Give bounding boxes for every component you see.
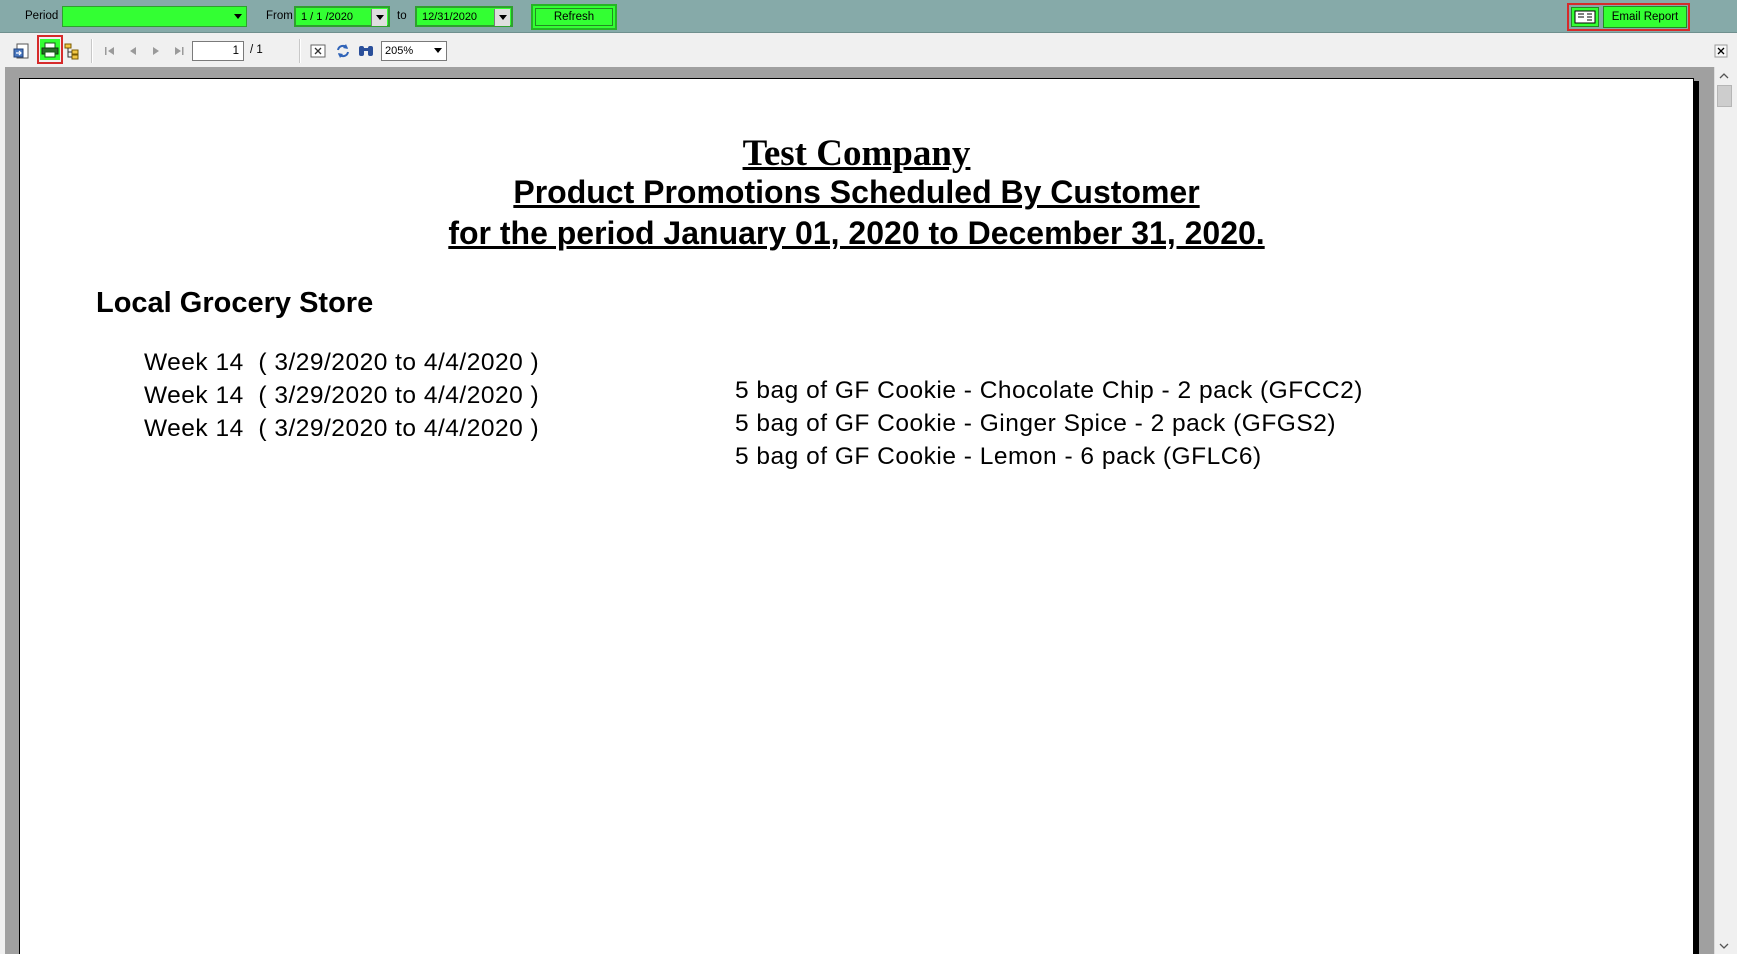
row-week: Week 14 ( 3/29/2020 to 4/4/2020 ): [144, 382, 540, 409]
email-icon-button[interactable]: [1571, 7, 1599, 27]
scroll-up-icon[interactable]: [1715, 67, 1733, 84]
print-icon: [41, 42, 59, 58]
email-report-label: Email Report: [1611, 11, 1679, 23]
row-product: 5 bag of GF Cookie - Chocolate Chip - 2 …: [735, 377, 1363, 404]
previous-page-icon[interactable]: [124, 42, 142, 60]
page-total: / 1: [250, 44, 263, 56]
from-date-value: 1 / 1 /2020: [301, 11, 353, 23]
find-icon[interactable]: [357, 42, 375, 60]
period-dropdown[interactable]: [62, 6, 247, 27]
chevron-down-icon[interactable]: [230, 8, 245, 25]
group-tree-icon[interactable]: [63, 42, 81, 60]
first-page-icon[interactable]: [101, 42, 119, 60]
to-date-value: 12/31/2020: [422, 11, 478, 23]
company-name: Test Company: [742, 133, 971, 174]
viewer-toolbar: 1 / 1 205%: [0, 33, 1737, 67]
report-period: for the period January 01, 2020 to Decem…: [448, 215, 1265, 251]
print-button[interactable]: [40, 39, 60, 60]
to-date-picker[interactable]: 12/31/2020: [415, 6, 513, 27]
toolbar-separator: [91, 39, 93, 63]
scroll-thumb[interactable]: [1717, 85, 1732, 107]
row-product: 5 bag of GF Cookie - Ginger Spice - 2 pa…: [735, 410, 1336, 437]
close-view-icon[interactable]: [309, 42, 327, 60]
period-label: Period: [25, 10, 59, 22]
row-week: Week 14 ( 3/29/2020 to 4/4/2020 ): [144, 349, 540, 376]
email-report-button[interactable]: Email Report: [1603, 6, 1687, 28]
refresh-icon[interactable]: [334, 42, 352, 60]
customer-name: Local Grocery Store: [96, 287, 374, 319]
toolbar-separator: [299, 39, 301, 63]
row-week: Week 14 ( 3/29/2020 to 4/4/2020 ): [144, 415, 540, 442]
export-icon[interactable]: [13, 42, 31, 60]
scroll-down-icon[interactable]: [1715, 937, 1733, 954]
close-icon[interactable]: [1714, 44, 1728, 58]
refresh-button[interactable]: Refresh: [531, 4, 617, 30]
chevron-down-icon[interactable]: [371, 9, 387, 26]
from-date-picker[interactable]: 1 / 1 /2020: [294, 6, 390, 27]
chevron-down-icon: [434, 48, 442, 53]
page-number-input[interactable]: 1: [192, 41, 244, 61]
to-label: to: [397, 10, 407, 22]
zoom-value: 205%: [385, 45, 414, 57]
vertical-scrollbar[interactable]: [1714, 67, 1733, 954]
chevron-down-icon[interactable]: [494, 9, 510, 26]
table-row: Week 14 ( 3/29/2020 to 4/4/2020 ) 5 bag …: [20, 387, 1261, 499]
row-product: 5 bag of GF Cookie - Lemon - 6 pack (GFL…: [735, 443, 1262, 470]
report-viewer[interactable]: Test Company Product Promotions Schedule…: [5, 67, 1714, 954]
from-label: From: [266, 10, 293, 22]
filter-bar: Period From 1 / 1 /2020 to 12/31/2020 Re…: [0, 0, 1737, 33]
zoom-dropdown[interactable]: 205%: [381, 41, 447, 61]
report-page: Test Company Product Promotions Schedule…: [19, 78, 1694, 954]
last-page-icon[interactable]: [170, 42, 188, 60]
refresh-button-label: Refresh: [535, 8, 613, 26]
email-icon: [1574, 10, 1596, 24]
report-title: Product Promotions Scheduled By Customer: [513, 174, 1200, 210]
next-page-icon[interactable]: [147, 42, 165, 60]
